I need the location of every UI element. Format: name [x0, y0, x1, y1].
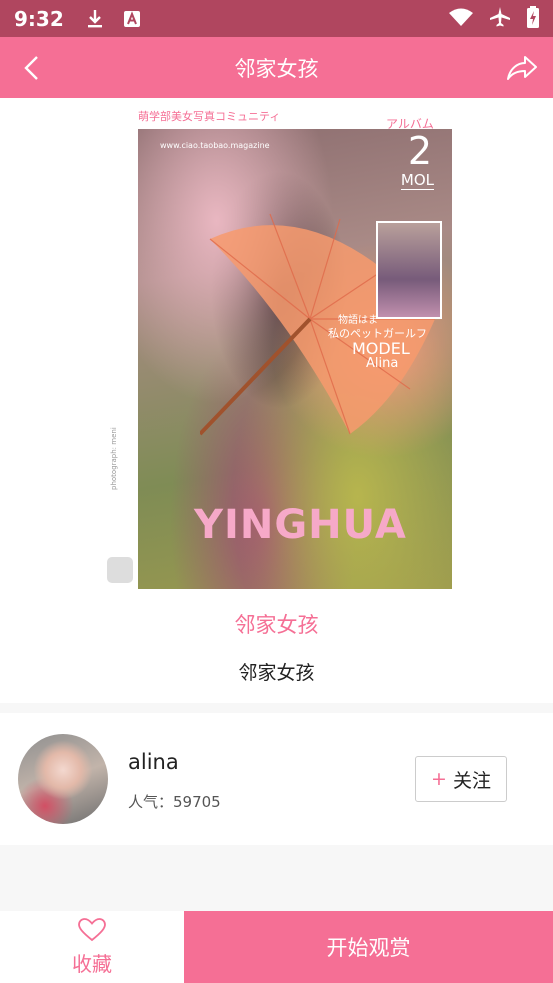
chevron-left-icon[interactable] — [18, 53, 48, 83]
author-card: alina 人气：59705 + 关注 — [0, 713, 553, 845]
issue-number: 2 — [407, 129, 432, 173]
logo-icon — [107, 557, 133, 583]
heart-icon — [78, 917, 106, 946]
follow-button[interactable]: + 关注 — [415, 756, 507, 802]
start-viewing-button[interactable]: 开始观赏 — [184, 911, 553, 983]
cover-brand: YINGHUA — [194, 502, 407, 548]
status-bar: 9:32 — [0, 0, 553, 37]
author-popularity: 人气：59705 — [128, 793, 221, 811]
plus-icon: + — [431, 768, 447, 790]
cover-caption: 萌学部美女写真コミュニティ — [138, 110, 281, 123]
a-badge-icon — [123, 10, 140, 27]
inset-photo — [376, 221, 442, 319]
battery-icon — [527, 5, 539, 32]
status-time: 9:32 — [14, 6, 64, 31]
status-right — [449, 5, 539, 32]
download-icon — [86, 9, 104, 29]
airplane-icon — [489, 6, 511, 32]
start-viewing-label: 开始观赏 — [326, 936, 411, 960]
app-header: 邻家女孩 — [0, 37, 553, 98]
album-content: 萌学部美女写真コミュニティ アルバム www.ciao.taobao.magaz… — [0, 98, 553, 703]
bottom-action-bar: 收藏 开始观赏 — [0, 911, 553, 983]
follow-label: 关注 — [452, 769, 491, 792]
cover-tagline-1: 物語はま — [338, 315, 378, 326]
album-title: 邻家女孩 — [234, 613, 319, 637]
album-cover-image[interactable]: www.ciao.taobao.magazine 2 MOL 物語はま 私のペッ… — [138, 129, 452, 589]
favorite-button[interactable]: 收藏 — [0, 911, 184, 983]
page-title: 邻家女孩 — [234, 56, 319, 81]
magazine-url: www.ciao.taobao.magazine — [160, 141, 270, 150]
album-subtitle: 邻家女孩 — [238, 662, 315, 684]
avatar[interactable] — [18, 734, 108, 824]
wifi-icon — [449, 8, 473, 30]
favorite-label: 收藏 — [72, 951, 112, 976]
author-name: alina — [128, 750, 179, 774]
cover-side-text: photograph: meni — [110, 427, 118, 490]
issue-label: MOL — [400, 171, 434, 190]
share-arrow-icon[interactable] — [505, 51, 539, 85]
cover-model-name: Alina — [366, 356, 399, 371]
